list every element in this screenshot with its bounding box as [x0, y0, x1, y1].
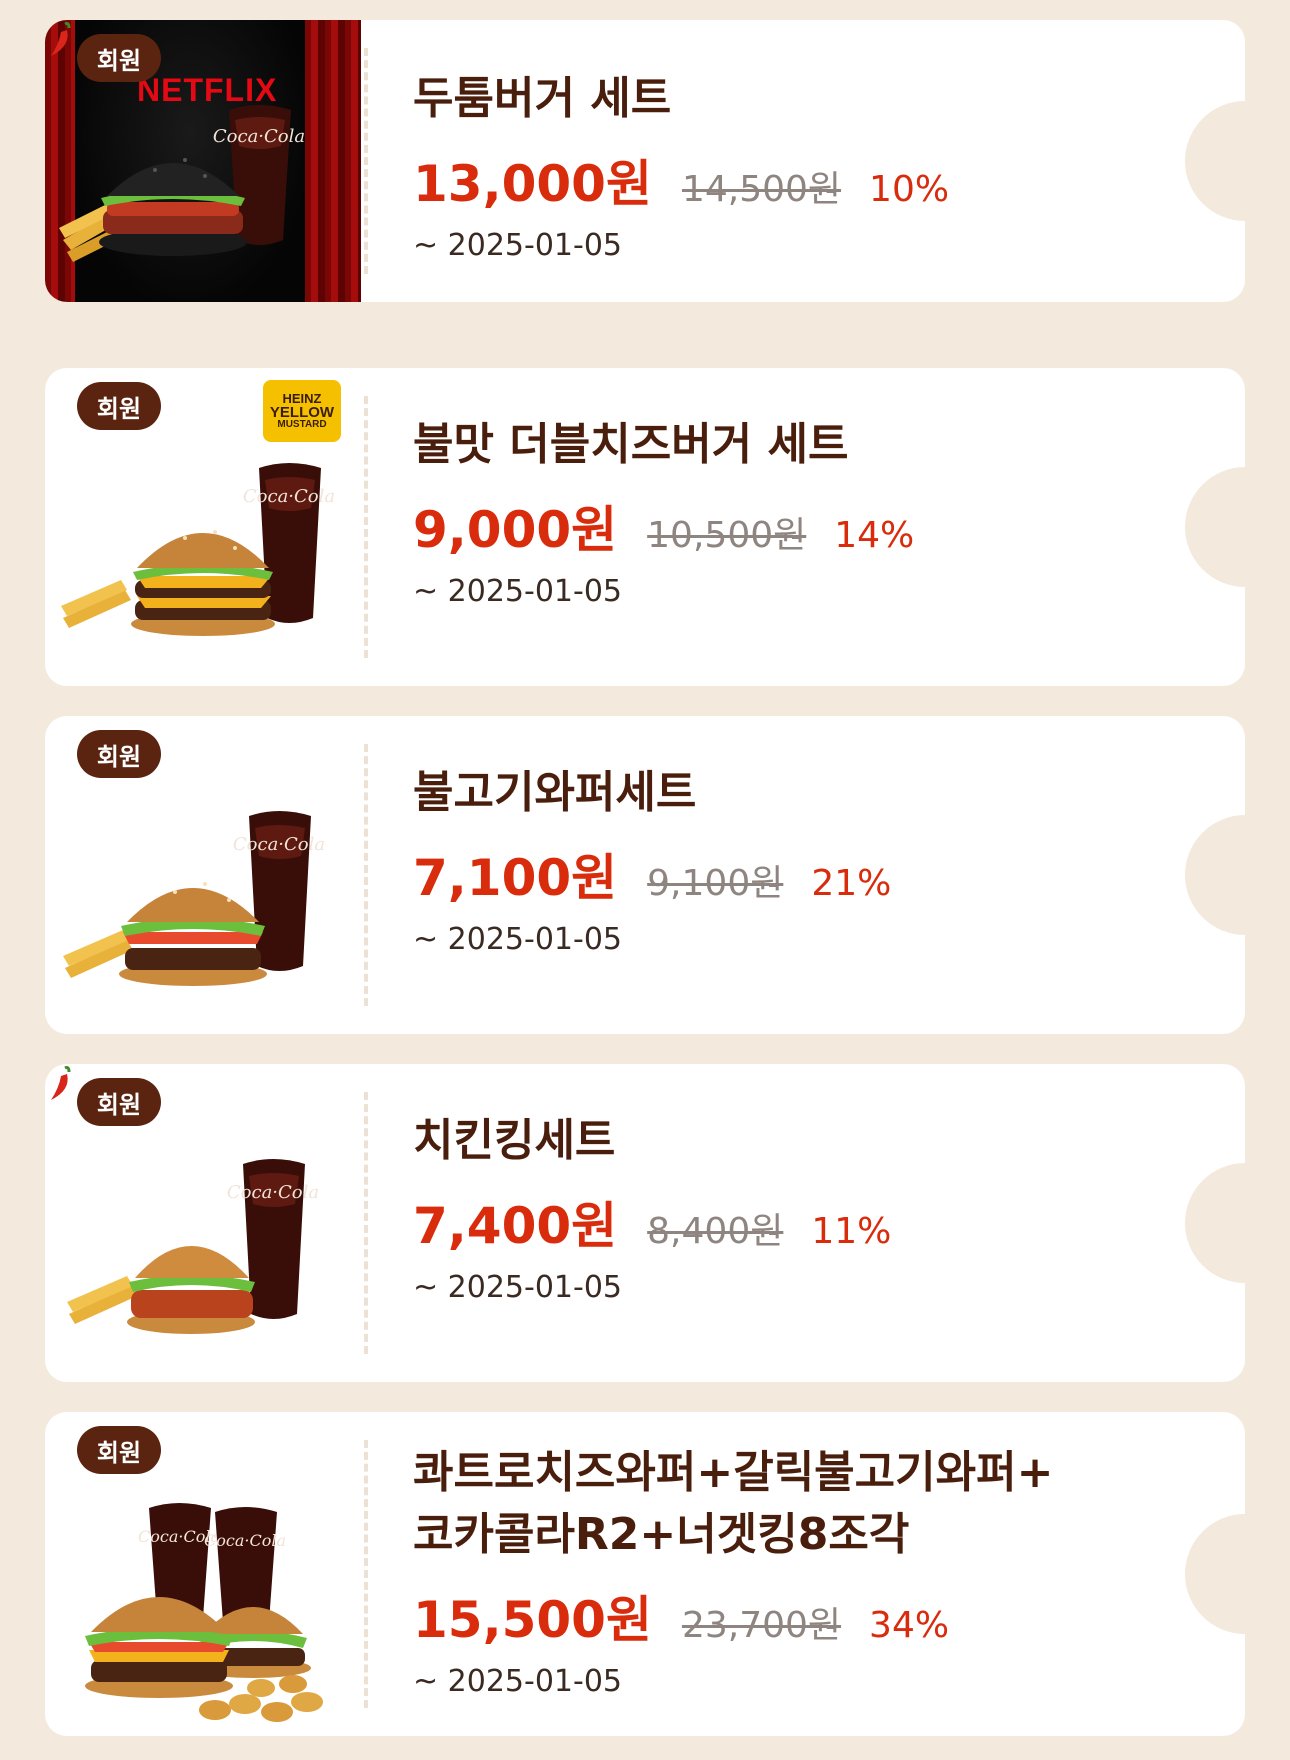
cola-cup-icon: Coca·Cola — [233, 811, 325, 971]
original-price: 8,400원 — [647, 1211, 784, 1252]
original-price: 9,100원 — [647, 863, 784, 904]
whopper-icon — [119, 882, 267, 986]
sale-price: 9,000원 — [413, 501, 618, 559]
svg-text:Coca·Cola: Coca·Cola — [204, 1531, 286, 1550]
dashed-divider — [364, 1092, 368, 1354]
coupon-info: 치킨킹세트 7,400원 8,400원 11% ~ 2025-01-05 — [413, 1110, 1185, 1305]
price-row: 9,000원 10,500원 14% — [413, 490, 1185, 562]
coupon-info: 불맛 더블치즈버거 세트 9,000원 10,500원 14% ~ 2025-0… — [413, 414, 1185, 609]
expire-date: ~ 2025-01-05 — [413, 922, 623, 957]
dashed-divider — [364, 1440, 368, 1708]
coupon-title: 두툼버거 세트 — [413, 73, 672, 124]
spicy-chili-icon — [51, 22, 71, 56]
coupon-card[interactable]: Coca·Cola HEINZ YELLOW MUSTARD 회원 불맛 더블치… — [45, 368, 1290, 686]
chicken-burger-icon — [127, 1246, 255, 1334]
expire-date: ~ 2025-01-05 — [413, 574, 623, 609]
dashed-divider — [364, 744, 368, 1006]
expire-date: ~ 2025-01-05 — [413, 228, 623, 263]
price-row: 7,400원 8,400원 11% — [413, 1186, 1185, 1258]
svg-text:Coca·Cola: Coca·Cola — [227, 1182, 319, 1203]
coupon-card[interactable]: Coca·Cola Coca·Cola 회원 콰트로치즈와퍼+갈릭불고기와퍼+ … — [45, 1412, 1290, 1736]
fries-icon — [67, 1276, 137, 1324]
heinz-mustard-logo: HEINZ YELLOW MUSTARD — [263, 380, 341, 442]
coupon-card[interactable]: Coca·Cola NETFLIX 회원 두툼버거 세트 13,000원 14,… — [45, 20, 1290, 302]
black-bun-burger-icon — [99, 158, 247, 256]
coupon-list: Coca·Cola NETFLIX 회원 두툼버거 세트 13,000원 14,… — [0, 0, 1290, 1760]
ticket-notch — [1185, 101, 1290, 221]
coupon-title-line: 코카콜라R2+너겟킹8조각 — [413, 1509, 910, 1560]
member-badge: 회원 — [77, 34, 161, 82]
coupon-title-line: 콰트로치즈와퍼+갈릭불고기와퍼+ — [413, 1447, 1054, 1498]
netflix-logo: NETFLIX — [137, 72, 278, 108]
member-badge: 회원 — [77, 730, 161, 778]
coupon-card[interactable]: Coca·Cola 회원 치킨킹세트 7,400원 8,400원 11% ~ 2… — [45, 1064, 1290, 1382]
member-badge: 회원 — [77, 382, 161, 430]
coupon-card[interactable]: Coca·Cola 회원 불고기와퍼세트 7,100원 9,100원 21% ~… — [45, 716, 1290, 1034]
price-row: 15,500원 23,700원 34% — [413, 1580, 1185, 1652]
dashed-divider — [364, 396, 368, 658]
price-row: 13,000원 14,500원 10% — [413, 144, 1185, 216]
whopper-icon — [85, 1597, 233, 1698]
discount-rate: 10% — [869, 169, 950, 210]
original-price: 23,700원 — [681, 1605, 842, 1646]
member-badge: 회원 — [77, 1426, 161, 1474]
double-cheeseburger-icon — [131, 530, 275, 636]
sale-price: 7,400원 — [413, 1197, 618, 1255]
ticket-notch — [1185, 1514, 1290, 1634]
coupon-title: 불고기와퍼세트 — [413, 767, 697, 818]
price-row: 7,100원 9,100원 21% — [413, 838, 1185, 910]
coupon-info: 불고기와퍼세트 7,100원 9,100원 21% ~ 2025-01-05 — [413, 762, 1185, 957]
ticket-notch — [1185, 467, 1290, 587]
sale-price: 15,500원 — [413, 1591, 652, 1649]
coupon-title: 콰트로치즈와퍼+갈릭불고기와퍼+ 코카콜라R2+너겟킹8조각 — [413, 1442, 1185, 1566]
member-badge: 회원 — [77, 1078, 161, 1126]
expire-date: ~ 2025-01-05 — [413, 1664, 623, 1699]
discount-rate: 34% — [869, 1605, 950, 1646]
discount-rate: 21% — [811, 863, 892, 904]
fries-icon — [61, 580, 131, 628]
spicy-chili-icon — [51, 1066, 71, 1100]
svg-text:Coca·Cola: Coca·Cola — [243, 486, 335, 507]
coupon-title: 치킨킹세트 — [413, 1115, 616, 1166]
svg-text:Coca·Cola: Coca·Cola — [233, 834, 325, 855]
expire-date: ~ 2025-01-05 — [413, 1270, 623, 1305]
svg-text:Coca·Cola: Coca·Cola — [213, 126, 305, 147]
coupon-info: 두툼버거 세트 13,000원 14,500원 10% ~ 2025-01-05 — [413, 68, 1185, 263]
sale-price: 13,000원 — [413, 155, 652, 213]
dashed-divider — [364, 48, 368, 274]
original-price: 10,500원 — [647, 515, 807, 556]
ticket-notch — [1185, 815, 1290, 935]
coupon-info: 콰트로치즈와퍼+갈릭불고기와퍼+ 코카콜라R2+너겟킹8조각 15,500원 2… — [413, 1442, 1185, 1699]
discount-rate: 14% — [834, 515, 915, 556]
discount-rate: 11% — [811, 1211, 892, 1252]
ticket-notch — [1185, 1163, 1290, 1283]
original-price: 14,500원 — [681, 169, 842, 210]
sale-price: 7,100원 — [413, 849, 618, 907]
coupon-title: 불맛 더블치즈버거 세트 — [413, 419, 849, 470]
